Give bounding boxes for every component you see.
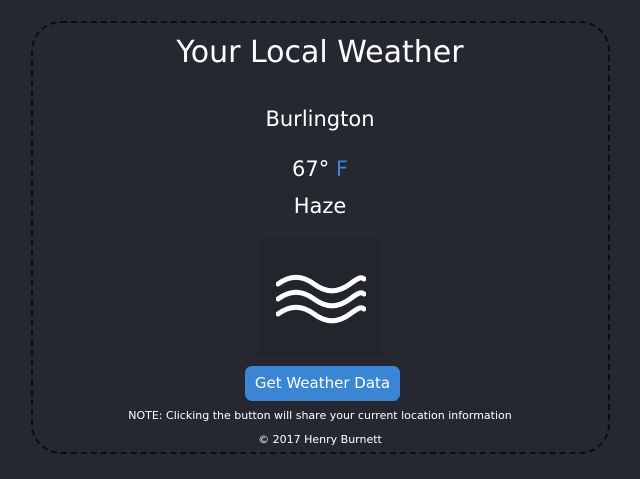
page-title: Your Local Weather: [176, 35, 464, 70]
haze-waves-icon: [276, 274, 366, 324]
location-share-note: NOTE: Clicking the button will share you…: [128, 409, 512, 422]
copyright-text: © 2017 Henry Burnett: [258, 433, 382, 446]
temperature-display: 67° F: [0, 154, 640, 184]
temperature-unit-toggle[interactable]: F: [336, 157, 348, 181]
temperature-value: 67°: [291, 157, 330, 181]
get-weather-button[interactable]: Get Weather Data: [245, 366, 400, 401]
weather-condition: Haze: [293, 194, 347, 218]
weather-icon-container: [258, 238, 382, 356]
location-name: Burlington: [265, 107, 375, 131]
